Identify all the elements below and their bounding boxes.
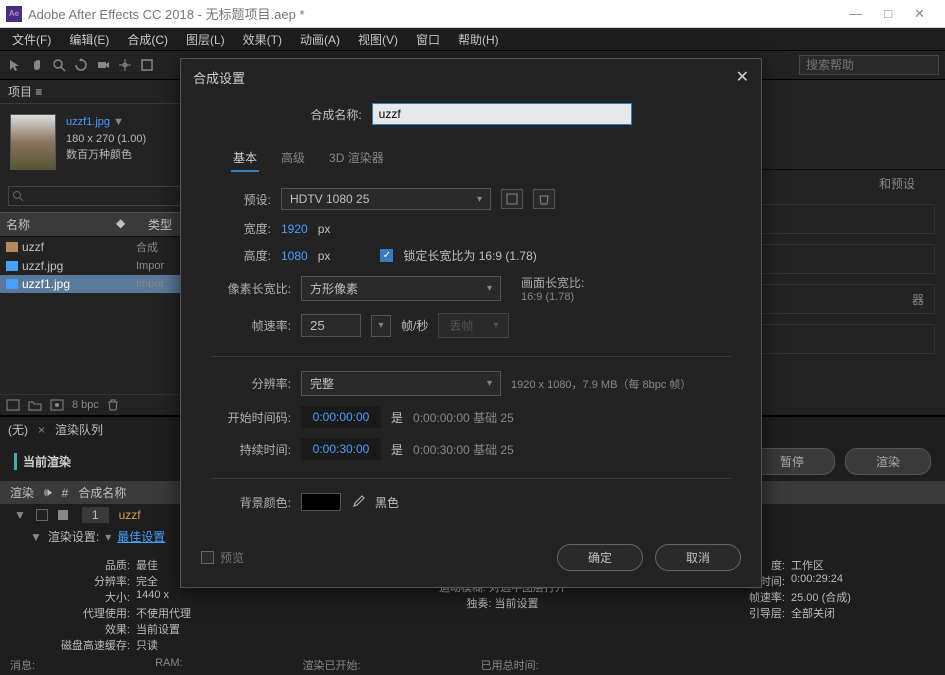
hand-tool-icon[interactable] [28,56,46,74]
composition-settings-dialog: 合成设置 ✕ 合成名称: 基本 高级 3D 渲染器 预设: HDTV 1080 … [180,58,762,588]
menu-window[interactable]: 窗口 [408,29,448,50]
height-value[interactable]: 1080 [281,249,308,263]
pixel-aspect-select[interactable]: 方形像素▾ [301,276,501,301]
window-maximize-button[interactable]: □ [884,6,892,22]
new-comp-icon[interactable] [50,399,64,411]
current-render-label: 当前渲染 [14,453,71,470]
lock-aspect-checkbox[interactable]: ✓ [380,249,393,262]
project-columns-header: 名称 ◆ 类型 [0,212,194,237]
dialog-title: 合成设置 [193,68,245,87]
framerate-dropdown-icon[interactable]: ▾ [371,315,391,337]
lock-aspect-label: 锁定长宽比为 16:9 (1.78) [403,247,536,264]
bullhorn-icon: 🕪 [44,485,52,500]
render-index: 1 [82,507,109,523]
eyedropper-icon[interactable] [351,495,365,509]
trash-icon[interactable] [107,399,121,411]
window-titlebar: Ae Adobe After Effects CC 2018 - 无标题项目.a… [0,0,945,28]
project-search-input[interactable] [8,186,186,206]
framerate-input[interactable] [301,314,361,337]
bg-color-swatch[interactable] [301,493,341,511]
tab-basic[interactable]: 基本 [231,145,259,172]
cancel-button[interactable]: 取消 [655,544,741,571]
menu-layer[interactable]: 图层(L) [178,29,233,50]
menu-edit[interactable]: 编辑(E) [61,29,117,50]
menu-view[interactable]: 视图(V) [350,29,406,50]
render-queue-tab[interactable]: 渲染队列 [55,421,103,438]
menu-file[interactable]: 文件(F) [4,29,59,50]
bpc-indicator[interactable]: 8 bpc [72,399,99,411]
selection-tool-icon[interactable] [6,56,24,74]
tab-close-icon[interactable]: × [38,423,45,437]
app-logo-icon: Ae [6,6,22,22]
composition-icon [6,242,18,252]
thumbnail-meta: uzzf1.jpg ▼ 180 x 270 (1.00) 数百万种颜色 [66,114,146,170]
comp-name-label: 合成名称: [310,106,361,123]
dialog-close-button[interactable]: ✕ [736,67,749,87]
delete-preset-icon[interactable] [533,189,555,209]
project-panel: 项目 ≡ uzzf1.jpg ▼ 180 x 270 (1.00) 数百万种颜色… [0,80,195,415]
duration-input[interactable] [301,438,381,460]
image-icon [6,261,18,271]
project-footer: 8 bpc [0,394,194,415]
label-swatch[interactable] [58,510,68,520]
project-panel-tab[interactable]: 项目 ≡ [0,80,194,104]
menu-animation[interactable]: 动画(A) [292,29,348,50]
window-close-button[interactable]: ✕ [914,6,925,22]
project-item-image[interactable]: uzzf.jpg Impor [0,257,194,275]
camera-tool-icon[interactable] [94,56,112,74]
tab-3d-renderer[interactable]: 3D 渲染器 [327,145,386,172]
menubar: 文件(F) 编辑(E) 合成(C) 图层(L) 效果(T) 动画(A) 视图(V… [0,28,945,50]
anchor-tool-icon[interactable] [116,56,134,74]
rotate-tool-icon[interactable] [72,56,90,74]
none-tab[interactable]: (无) [8,421,28,438]
resolution-info: 1920 x 1080，7.9 MB（每 8bpc 帧） [511,376,691,392]
image-icon [6,279,18,289]
tab-advanced[interactable]: 高级 [279,145,307,172]
folder-icon[interactable] [28,399,42,411]
preview-label: 预览 [220,549,244,566]
preset-select[interactable]: HDTV 1080 25▾ [281,188,491,210]
comp-name-input[interactable] [372,103,632,125]
project-item-comp[interactable]: uzzf 合成 [0,237,194,257]
effects-presets-hint: 和预设 [879,175,915,192]
menu-composition[interactable]: 合成(C) [119,29,176,50]
preview-checkbox[interactable] [201,551,214,564]
dropframe-select-disabled: 丢帧▾ [438,313,509,338]
start-timecode-input[interactable] [301,406,381,428]
render-settings-link[interactable]: 最佳设置 [117,528,165,545]
save-preset-icon[interactable] [501,189,523,209]
status-bar: 消息: RAM: 渲染已开始: 已用总时间: [0,655,945,675]
zoom-tool-icon[interactable] [50,56,68,74]
resolution-select[interactable]: 完整▾ [301,371,501,396]
render-comp-name: uzzf [119,508,141,522]
help-search-input[interactable] [799,55,939,75]
project-item-image-selected[interactable]: uzzf1.jpg Impor [0,275,194,293]
menu-help[interactable]: 帮助(H) [450,29,507,50]
thumbnail-preview [10,114,56,170]
render-button[interactable]: 渲染 [845,448,931,475]
width-value[interactable]: 1920 [281,222,308,236]
bg-color-name: 黑色 [375,494,399,511]
ok-button[interactable]: 确定 [557,544,643,571]
render-checkbox[interactable] [36,509,48,521]
menu-effect[interactable]: 效果(T) [235,29,290,50]
window-title: Adobe After Effects CC 2018 - 无标题项目.aep … [28,4,849,23]
window-minimize-button[interactable]: — [849,6,862,22]
shape-tool-icon[interactable] [138,56,156,74]
interpret-footage-icon[interactable] [6,399,20,411]
